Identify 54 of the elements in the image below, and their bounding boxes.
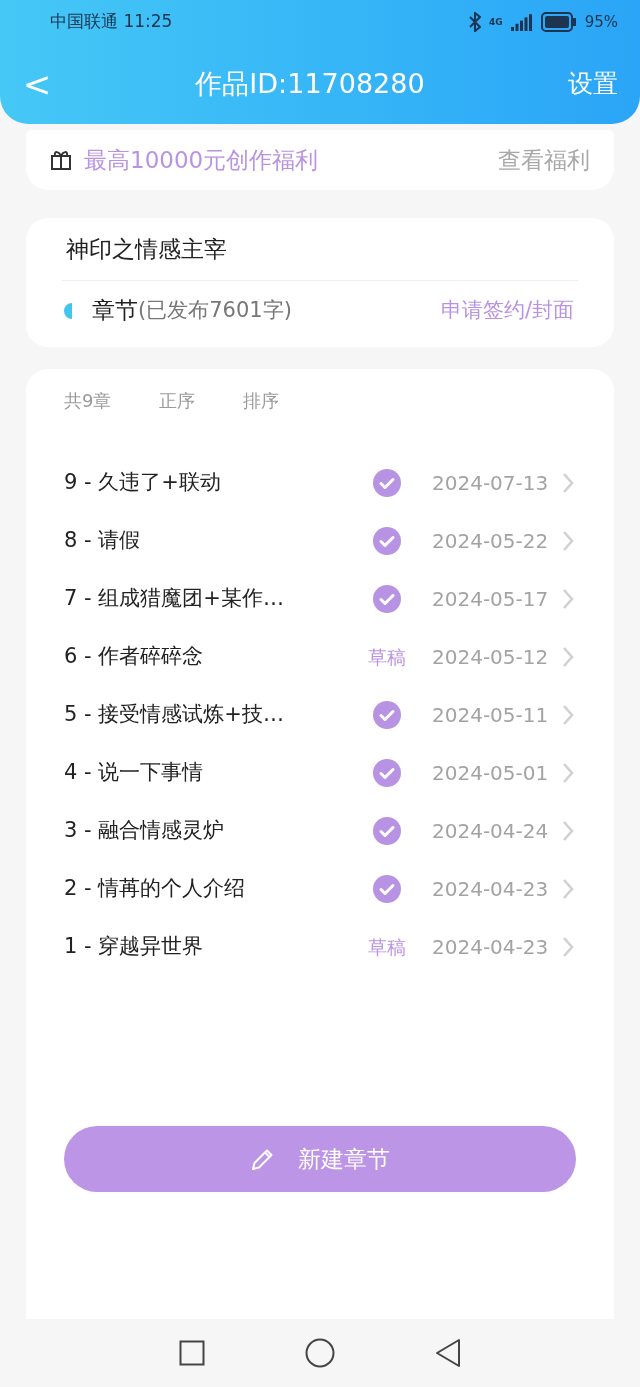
chapter-row[interactable]: 7 - 组成猎魔团+某作… 2024-05-17 [64,569,576,628]
chapter-date: 2024-04-23 [432,875,549,903]
chapter-title: 5 - 接受情感试炼+技… [64,701,285,729]
chapter-title: 1 - 穿越异世界 [64,933,205,961]
chapter-row[interactable]: 9 - 久违了+联动 2024-07-13 [64,453,576,512]
chapter-title: 8 - 请假 [64,527,142,555]
chapter-row[interactable]: 6 - 作者碎碎念 草稿 2024-05-12 [64,627,576,686]
chapter-row[interactable]: 1 - 穿越异世界 草稿 2024-04-23 [64,917,576,976]
chapter-title: 4 - 说一下事情 [64,759,205,787]
chevron-right-icon [562,761,575,784]
recent-apps-icon[interactable] [179,1339,205,1366]
chapter-date: 2024-05-01 [432,759,549,787]
chevron-right-icon [562,471,575,494]
chapter-row[interactable]: 8 - 请假 2024-05-22 [64,511,576,570]
chevron-right-icon [562,587,575,610]
chevron-right-icon [562,645,575,668]
battery-icon [540,12,577,32]
chapter-date: 2024-05-22 [432,527,549,555]
network-type: 4G [489,17,503,27]
home-icon[interactable] [305,1337,335,1368]
chapter-date: 2024-04-23 [432,933,549,961]
chevron-right-icon [562,703,575,726]
chapter-date: 2024-05-12 [432,643,549,671]
chapter-row[interactable]: 2 - 情苒的个人介绍 2024-04-23 [64,859,576,918]
chevron-right-icon [562,935,575,958]
chevron-right-icon [562,877,575,900]
work-title: 神印之情感主宰 [66,234,228,264]
bluetooth-icon [469,12,481,32]
chapter-title: 6 - 作者碎碎念 [64,643,205,671]
chapter-row[interactable]: 3 - 融合情感灵炉 2024-04-24 [64,801,576,860]
chapter-title: 3 - 融合情感灵炉 [64,817,226,845]
draft-label: 草稿 [368,644,406,670]
draft-label: 草稿 [368,934,406,960]
chapter-title: 2 - 情苒的个人介绍 [64,875,247,903]
chapter-date: 2024-05-11 [432,701,549,729]
page-title: 作品ID:11708280 [195,66,425,101]
promo-text: 最高10000元创作福利 [84,145,320,175]
chapter-count: 共9章 [64,388,112,413]
published-info: (已发布7601字) [138,296,293,324]
chapter-row[interactable]: 5 - 接受情感试炼+技… 2024-05-11 [64,685,576,744]
chapter-date: 2024-07-13 [432,469,549,497]
chevron-right-icon [562,529,575,552]
chevron-right-icon [562,819,575,842]
chapter-title: 7 - 组成猎魔团+某作… [64,585,285,613]
back-icon[interactable] [435,1337,461,1368]
chapter-date: 2024-05-17 [432,585,549,613]
gift-icon [50,148,72,171]
chapter-title: 9 - 久违了+联动 [64,469,222,497]
battery-percent: 95% [584,11,618,33]
carrier-time: 中国联通 11:25 [50,10,173,34]
chapters-label: 章节 [92,296,138,326]
chapter-row[interactable]: 4 - 说一下事情 2024-05-01 [64,743,576,802]
signal-icon [510,13,533,31]
chapter-date: 2024-04-24 [432,817,549,845]
